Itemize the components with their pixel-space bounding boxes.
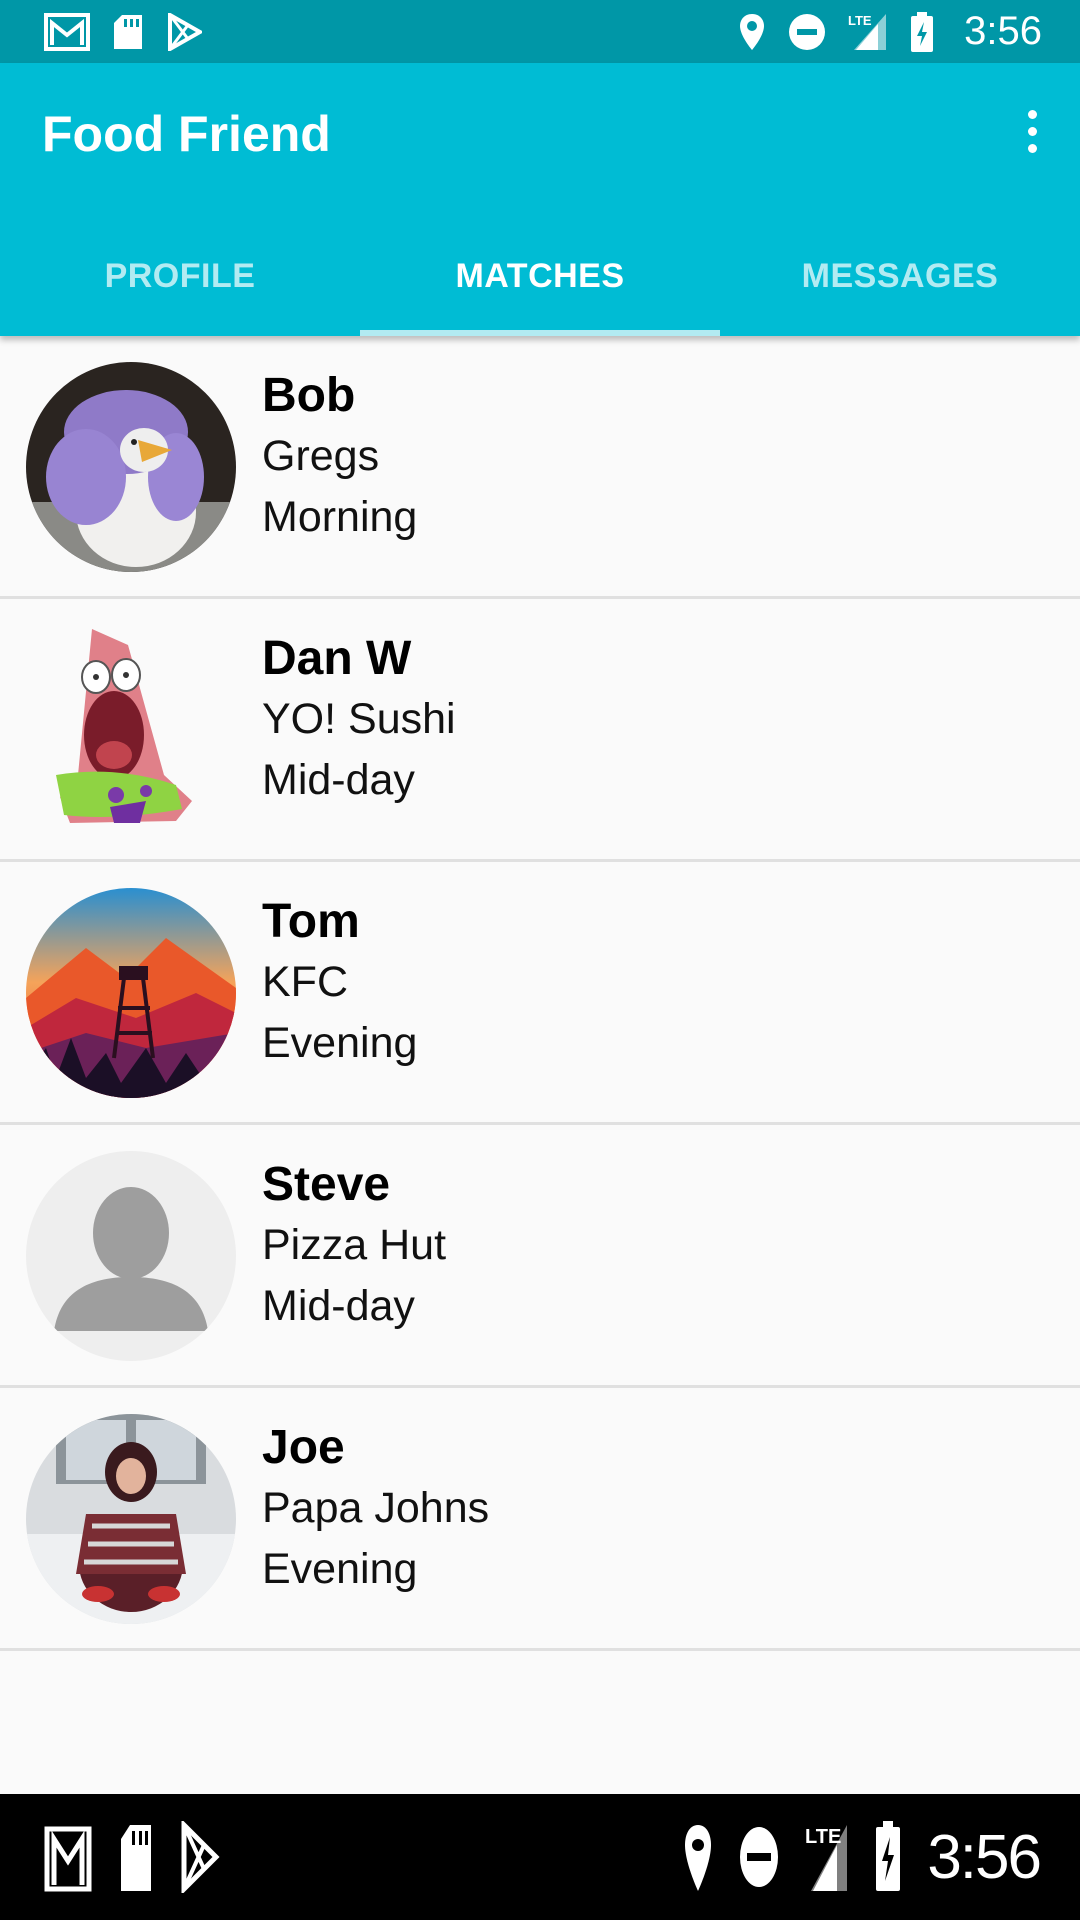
avatar bbox=[26, 625, 236, 835]
match-time: Mid-day bbox=[262, 1282, 415, 1330]
matches-list: Bob Gregs Morning Dan W YO! Sushi Mid-da… bbox=[0, 336, 1080, 1651]
more-vert-icon[interactable] bbox=[1002, 101, 1062, 161]
match-restaurant: KFC bbox=[262, 958, 348, 1006]
lte-signal-icon: LTE bbox=[848, 13, 887, 50]
match-restaurant: Pizza Hut bbox=[262, 1221, 447, 1269]
gmail-icon bbox=[44, 1826, 92, 1892]
list-item[interactable]: Steve Pizza Hut Mid-day bbox=[0, 1125, 1080, 1388]
play-store-icon bbox=[181, 1821, 220, 1893]
avatar bbox=[26, 1414, 236, 1624]
match-name: Joe bbox=[262, 1421, 345, 1474]
match-time: Mid-day bbox=[262, 756, 415, 804]
app-title: Food Friend bbox=[42, 106, 331, 162]
sd-card-icon bbox=[114, 14, 142, 49]
location-icon bbox=[685, 1825, 712, 1891]
play-store-icon bbox=[168, 12, 202, 51]
do-not-disturb-icon bbox=[740, 1827, 779, 1887]
match-name: Bob bbox=[262, 369, 356, 422]
match-restaurant: Gregs bbox=[262, 432, 380, 480]
match-time: Morning bbox=[262, 493, 418, 541]
battery-charging-icon bbox=[911, 11, 934, 52]
lte-signal-icon: LTE bbox=[805, 1825, 848, 1891]
location-icon bbox=[740, 13, 765, 50]
avatar bbox=[26, 362, 236, 572]
match-time: Evening bbox=[262, 1019, 418, 1067]
tab-matches[interactable]: MATCHES bbox=[360, 216, 720, 336]
match-time: Evening bbox=[262, 1545, 418, 1593]
bottom-status-bar: LTE 3:56 bbox=[0, 1794, 1080, 1920]
svg-text:LTE: LTE bbox=[805, 1826, 841, 1848]
status-bar: LTE 3:56 bbox=[0, 0, 1080, 63]
tab-profile[interactable]: PROFILE bbox=[0, 216, 360, 336]
status-time: 3:56 bbox=[964, 9, 1042, 53]
svg-text:LTE: LTE bbox=[848, 13, 872, 28]
tab-bar: PROFILE MATCHES MESSAGES bbox=[0, 216, 1080, 336]
match-restaurant: Papa Johns bbox=[262, 1484, 490, 1532]
list-item[interactable]: Tom KFC Evening bbox=[0, 862, 1080, 1125]
tab-messages[interactable]: MESSAGES bbox=[720, 216, 1080, 336]
match-name: Steve bbox=[262, 1158, 391, 1211]
sd-card-icon bbox=[121, 1825, 151, 1891]
battery-charging-icon bbox=[876, 1821, 901, 1891]
list-item[interactable]: Joe Papa Johns Evening bbox=[0, 1388, 1080, 1651]
bottom-time: 3:56 bbox=[927, 1822, 1042, 1892]
avatar bbox=[26, 1151, 236, 1361]
match-name: Dan W bbox=[262, 632, 412, 685]
list-item[interactable]: Bob Gregs Morning bbox=[0, 336, 1080, 599]
do-not-disturb-icon bbox=[789, 13, 826, 50]
app-bar: Food Friend PROFILE MATCHES MESSAGES bbox=[0, 63, 1080, 336]
list-item[interactable]: Dan W YO! Sushi Mid-day bbox=[0, 599, 1080, 862]
match-restaurant: YO! Sushi bbox=[262, 695, 456, 743]
avatar bbox=[26, 888, 236, 1098]
gmail-icon bbox=[44, 12, 90, 51]
match-name: Tom bbox=[262, 895, 360, 948]
